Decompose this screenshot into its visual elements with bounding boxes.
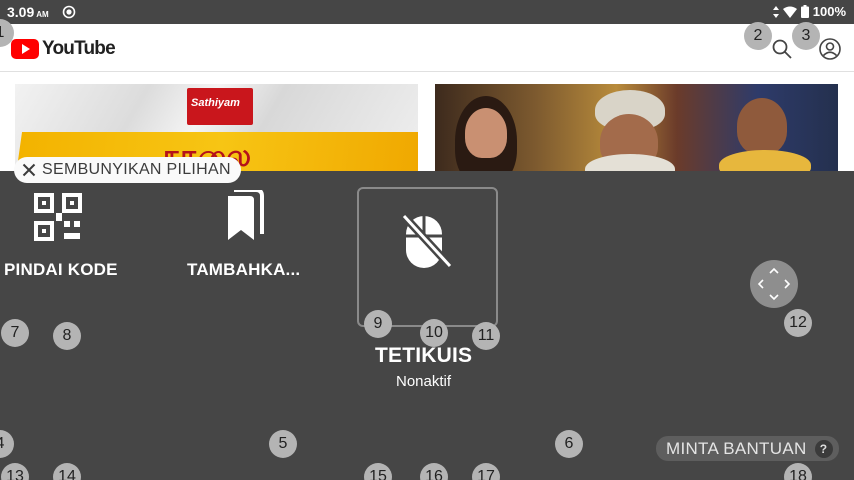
add-bookmark-label[interactable]: TAMBAHKA... bbox=[187, 260, 300, 280]
status-time: 3.09 AM bbox=[7, 4, 49, 20]
tap-target-badge[interactable]: 6 bbox=[555, 430, 583, 458]
thumbnail-person bbox=[719, 150, 811, 171]
close-icon bbox=[22, 163, 36, 177]
tap-target-badge[interactable]: 7 bbox=[1, 319, 29, 347]
battery-icon bbox=[800, 5, 809, 18]
hide-options-label: SEMBUNYIKAN PILIHAN bbox=[42, 161, 231, 178]
youtube-play-icon bbox=[11, 39, 39, 59]
app-bar: YouTube bbox=[0, 24, 854, 72]
channel-logo-text: Sathiyam bbox=[191, 97, 240, 109]
mouse-label: TETIKUIS bbox=[375, 344, 473, 367]
bookmarks-icon[interactable] bbox=[220, 190, 264, 242]
tap-target-badge[interactable]: 11 bbox=[472, 322, 500, 350]
search-icon[interactable] bbox=[771, 38, 793, 60]
tap-target-badge[interactable]: 5 bbox=[269, 430, 297, 458]
youtube-wordmark: YouTube bbox=[42, 38, 116, 59]
youtube-logo[interactable]: YouTube bbox=[11, 38, 116, 60]
tap-target-badge[interactable]: 8 bbox=[53, 322, 81, 350]
mouse-off-icon bbox=[401, 213, 453, 269]
dpad-control[interactable] bbox=[750, 260, 798, 308]
status-time-ampm: AM bbox=[36, 10, 49, 19]
get-help-button[interactable]: MINTA BANTUAN ? bbox=[656, 436, 839, 461]
account-icon[interactable] bbox=[818, 37, 842, 61]
tap-target-badge[interactable]: 12 bbox=[784, 309, 812, 337]
wifi-icon bbox=[782, 6, 797, 18]
qr-code-icon[interactable] bbox=[34, 193, 82, 241]
tap-target-badge[interactable]: 3 bbox=[792, 22, 820, 50]
status-time-value: 3.09 bbox=[7, 4, 35, 20]
sync-icon bbox=[62, 5, 76, 19]
tap-target-badge[interactable]: 9 bbox=[364, 310, 392, 338]
thumbnail-person bbox=[737, 98, 787, 154]
move-arrows-icon bbox=[757, 267, 791, 301]
data-transfer-icon bbox=[772, 5, 779, 18]
status-bar: 3.09 AM 100% bbox=[0, 0, 854, 24]
tap-target-badge[interactable]: 2 bbox=[744, 22, 772, 50]
tap-target-badge[interactable]: 10 bbox=[420, 319, 448, 347]
mouse-status: Nonaktif bbox=[396, 373, 452, 390]
thumbnail-person bbox=[465, 108, 507, 158]
thumbnail-person bbox=[585, 154, 675, 171]
get-help-label: MINTA BANTUAN bbox=[666, 438, 807, 458]
hide-options-button[interactable]: SEMBUNYIKAN PILIHAN bbox=[14, 157, 241, 183]
battery-percent: 100% bbox=[812, 4, 846, 19]
video-thumbnail[interactable] bbox=[435, 84, 838, 171]
help-icon: ? bbox=[814, 439, 833, 458]
scan-code-label[interactable]: PINDAI KODE bbox=[4, 260, 118, 280]
